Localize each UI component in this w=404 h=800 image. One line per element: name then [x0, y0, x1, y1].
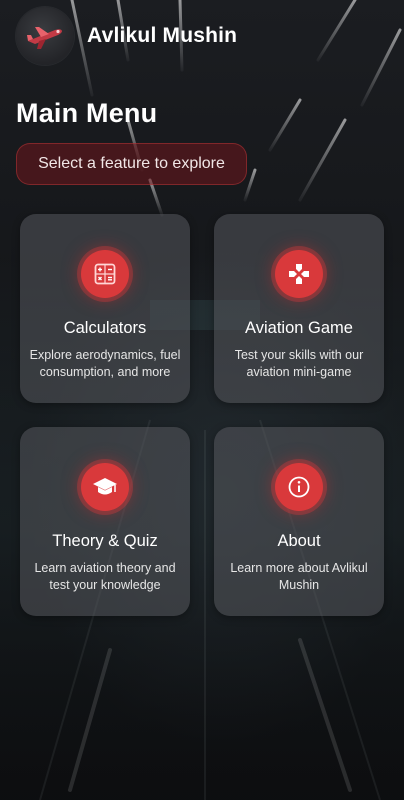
- graduation-cap-icon: [81, 463, 129, 511]
- gamepad-icon: [275, 250, 323, 298]
- subtitle-pill: Select a feature to explore: [16, 143, 247, 185]
- theory-quiz-title: Theory & Quiz: [52, 532, 158, 550]
- page-title: Main Menu: [16, 98, 158, 128]
- calculator-icon: [81, 250, 129, 298]
- airplane-logo-icon: [27, 27, 62, 49]
- about-title: About: [277, 532, 321, 550]
- aviation-game-description: Test your skills with our aviation mini-…: [234, 348, 364, 379]
- info-icon: [275, 463, 323, 511]
- calculators-title: Calculators: [63, 319, 147, 337]
- about-card[interactable]: About Learn more about Avlikul Mushin: [214, 427, 384, 616]
- about-description: Learn more about Avlikul Mushin: [230, 561, 368, 592]
- avatar[interactable]: [16, 7, 74, 65]
- calculators-card[interactable]: Calculators Explore aerodynamics, fuel c…: [20, 214, 190, 403]
- calculators-description: Explore aerodynamics, fuel consumption, …: [29, 348, 181, 379]
- aviation-game-title: Aviation Game: [245, 319, 353, 337]
- theory-quiz-description: Learn aviation theory and test your know…: [34, 561, 176, 592]
- aviation-game-card[interactable]: Aviation Game Test your skills with our …: [214, 214, 384, 403]
- app-title: Avlikul Mushin: [87, 24, 238, 47]
- theory-quiz-card[interactable]: Theory & Quiz Learn aviation theory and …: [20, 427, 190, 616]
- main-menu-screen: Avlikul Mushin Main Menu Select a featur…: [0, 0, 404, 800]
- app-header: Avlikul Mushin: [0, 0, 404, 72]
